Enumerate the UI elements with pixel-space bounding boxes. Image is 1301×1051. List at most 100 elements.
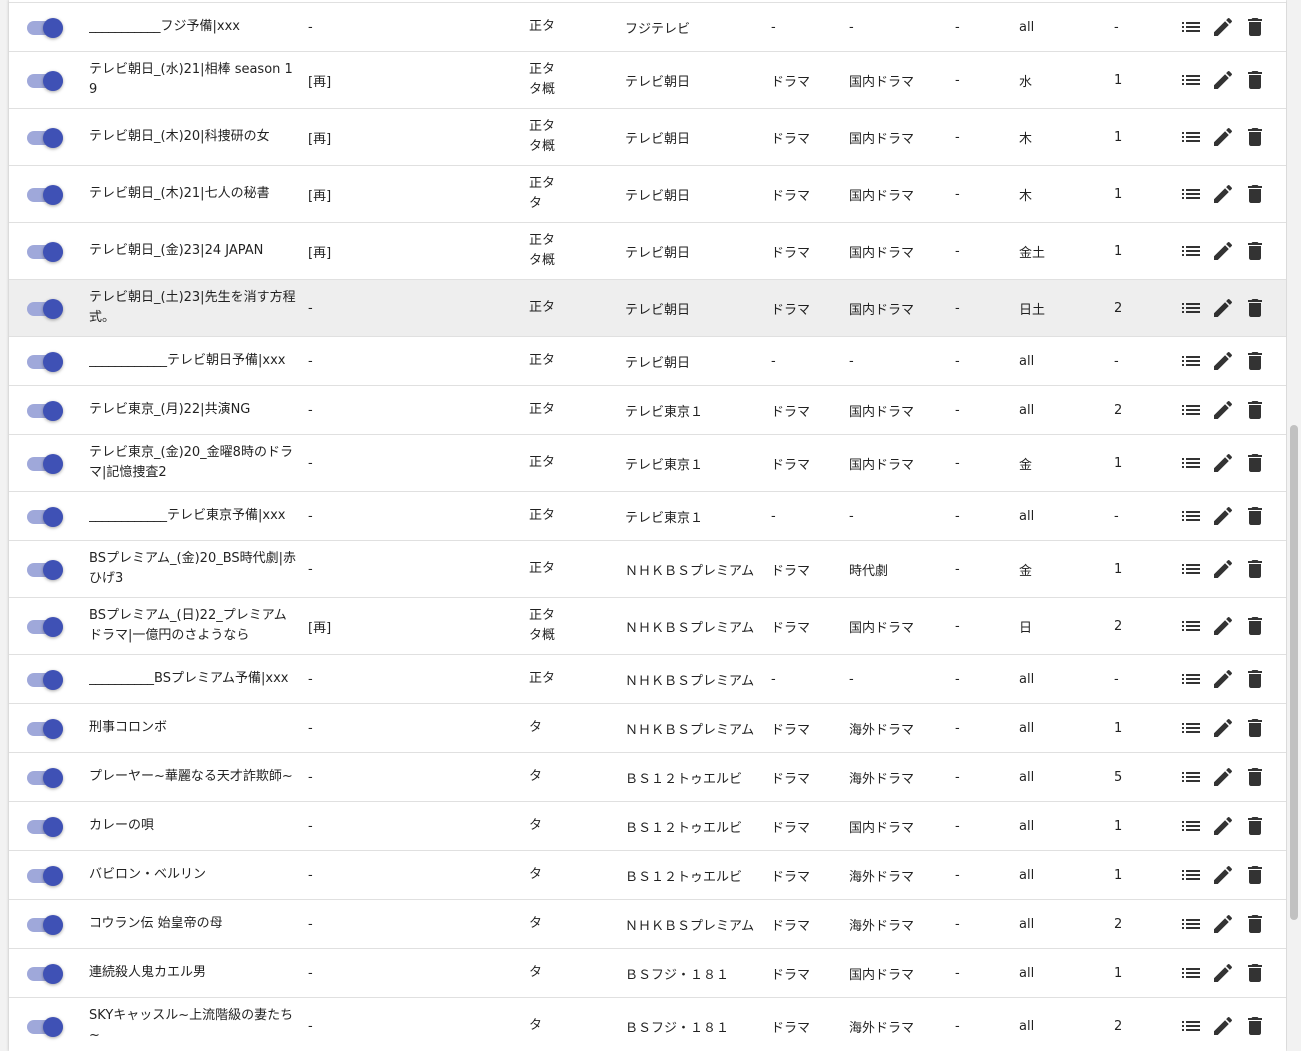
edit-icon[interactable] xyxy=(1211,296,1235,320)
count-label: 1 xyxy=(1114,720,1123,736)
program-title: テレビ東京_(金)20_金曜8時のドラマ|記憶捜査2 xyxy=(89,445,293,480)
edit-icon[interactable] xyxy=(1211,557,1235,581)
list-icon[interactable] xyxy=(1179,68,1203,92)
enabled-toggle[interactable] xyxy=(27,913,63,935)
delete-icon[interactable] xyxy=(1243,349,1267,373)
list-icon[interactable] xyxy=(1179,716,1203,740)
enabled-toggle[interactable] xyxy=(27,615,63,637)
delete-icon[interactable] xyxy=(1243,296,1267,320)
delete-icon[interactable] xyxy=(1243,239,1267,263)
delete-icon[interactable] xyxy=(1243,504,1267,528)
edit-icon[interactable] xyxy=(1211,765,1235,789)
list-icon[interactable] xyxy=(1179,614,1203,638)
enabled-toggle[interactable] xyxy=(27,240,63,262)
delete-icon[interactable] xyxy=(1243,1014,1267,1038)
enabled-toggle[interactable] xyxy=(27,1015,63,1037)
list-icon[interactable] xyxy=(1179,296,1203,320)
list-icon[interactable] xyxy=(1179,667,1203,691)
list-icon[interactable] xyxy=(1179,398,1203,422)
edit-icon[interactable] xyxy=(1211,614,1235,638)
enabled-toggle[interactable] xyxy=(27,717,63,739)
edit-icon[interactable] xyxy=(1211,349,1235,373)
weekday-label: 日土 xyxy=(1019,302,1046,318)
list-icon[interactable] xyxy=(1179,125,1203,149)
enabled-toggle[interactable] xyxy=(27,297,63,319)
edit-icon[interactable] xyxy=(1211,1014,1235,1038)
edit-icon[interactable] xyxy=(1211,68,1235,92)
delete-icon[interactable] xyxy=(1243,667,1267,691)
enabled-toggle[interactable] xyxy=(27,766,63,788)
edit-icon[interactable] xyxy=(1211,15,1235,39)
enabled-toggle[interactable] xyxy=(27,16,63,38)
list-icon[interactable] xyxy=(1179,182,1203,206)
edit-icon[interactable] xyxy=(1211,182,1235,206)
delete-icon[interactable] xyxy=(1243,68,1267,92)
row-actions xyxy=(1179,541,1279,597)
program-title: BSプレミアム_(金)20_BS時代劇|赤ひげ3 xyxy=(89,551,297,586)
list-icon[interactable] xyxy=(1179,349,1203,373)
list-icon[interactable] xyxy=(1179,15,1203,39)
delete-icon[interactable] xyxy=(1243,863,1267,887)
genre-label: ドラマ xyxy=(771,457,811,473)
list-icon[interactable] xyxy=(1179,1014,1203,1038)
delete-icon[interactable] xyxy=(1243,451,1267,475)
station-label: テレビ東京１ xyxy=(625,510,704,526)
edit-icon[interactable] xyxy=(1211,814,1235,838)
edit-icon[interactable] xyxy=(1211,716,1235,740)
row-actions xyxy=(1179,492,1279,540)
enabled-toggle[interactable] xyxy=(27,864,63,886)
list-icon[interactable] xyxy=(1179,239,1203,263)
edit-icon[interactable] xyxy=(1211,398,1235,422)
enabled-toggle[interactable] xyxy=(27,962,63,984)
row-actions xyxy=(1179,386,1279,434)
list-icon[interactable] xyxy=(1179,451,1203,475)
delete-icon[interactable] xyxy=(1243,765,1267,789)
enabled-toggle[interactable] xyxy=(27,183,63,205)
edit-icon[interactable] xyxy=(1211,125,1235,149)
delete-icon[interactable] xyxy=(1243,182,1267,206)
delete-icon[interactable] xyxy=(1243,961,1267,985)
enabled-toggle[interactable] xyxy=(27,815,63,837)
delete-icon[interactable] xyxy=(1243,398,1267,422)
count-label: 1 xyxy=(1114,818,1123,834)
edit-icon[interactable] xyxy=(1211,961,1235,985)
enabled-toggle[interactable] xyxy=(27,452,63,474)
delete-icon[interactable] xyxy=(1243,912,1267,936)
list-icon[interactable] xyxy=(1179,504,1203,528)
edit-icon[interactable] xyxy=(1211,667,1235,691)
list-icon[interactable] xyxy=(1179,961,1203,985)
table-row: プレーヤー~華麗なる天才詐欺師~ - タ ＢＳ１２トゥエルビ ドラマ 海外ドラマ… xyxy=(9,753,1286,802)
toggle-thumb xyxy=(43,768,63,788)
type-label: 正タ タ概 xyxy=(529,233,556,268)
genre-label: ドラマ xyxy=(771,131,811,147)
enabled-toggle[interactable] xyxy=(27,558,63,580)
edit-icon[interactable] xyxy=(1211,863,1235,887)
list-icon[interactable] xyxy=(1179,814,1203,838)
delete-icon[interactable] xyxy=(1243,15,1267,39)
delete-icon[interactable] xyxy=(1243,125,1267,149)
genre-label: ドラマ xyxy=(771,620,811,636)
scrollbar-thumb[interactable] xyxy=(1290,425,1298,920)
genre-label: ドラマ xyxy=(771,967,811,983)
list-icon[interactable] xyxy=(1179,765,1203,789)
edit-icon[interactable] xyxy=(1211,912,1235,936)
enabled-toggle[interactable] xyxy=(27,69,63,91)
delete-icon[interactable] xyxy=(1243,557,1267,581)
list-icon[interactable] xyxy=(1179,912,1203,936)
enabled-toggle[interactable] xyxy=(27,668,63,690)
delete-icon[interactable] xyxy=(1243,716,1267,740)
delete-icon[interactable] xyxy=(1243,814,1267,838)
edit-icon[interactable] xyxy=(1211,504,1235,528)
enabled-toggle[interactable] xyxy=(27,399,63,421)
list-icon[interactable] xyxy=(1179,863,1203,887)
delete-icon[interactable] xyxy=(1243,614,1267,638)
vertical-scrollbar[interactable] xyxy=(1287,0,1301,1051)
list-icon[interactable] xyxy=(1179,557,1203,581)
program-title: ___________フジ予備|xxx xyxy=(89,19,240,34)
enabled-toggle[interactable] xyxy=(27,126,63,148)
edit-icon[interactable] xyxy=(1211,239,1235,263)
edit-icon[interactable] xyxy=(1211,451,1235,475)
enabled-toggle[interactable] xyxy=(27,505,63,527)
enabled-toggle[interactable] xyxy=(27,350,63,372)
toggle-thumb xyxy=(43,299,63,319)
